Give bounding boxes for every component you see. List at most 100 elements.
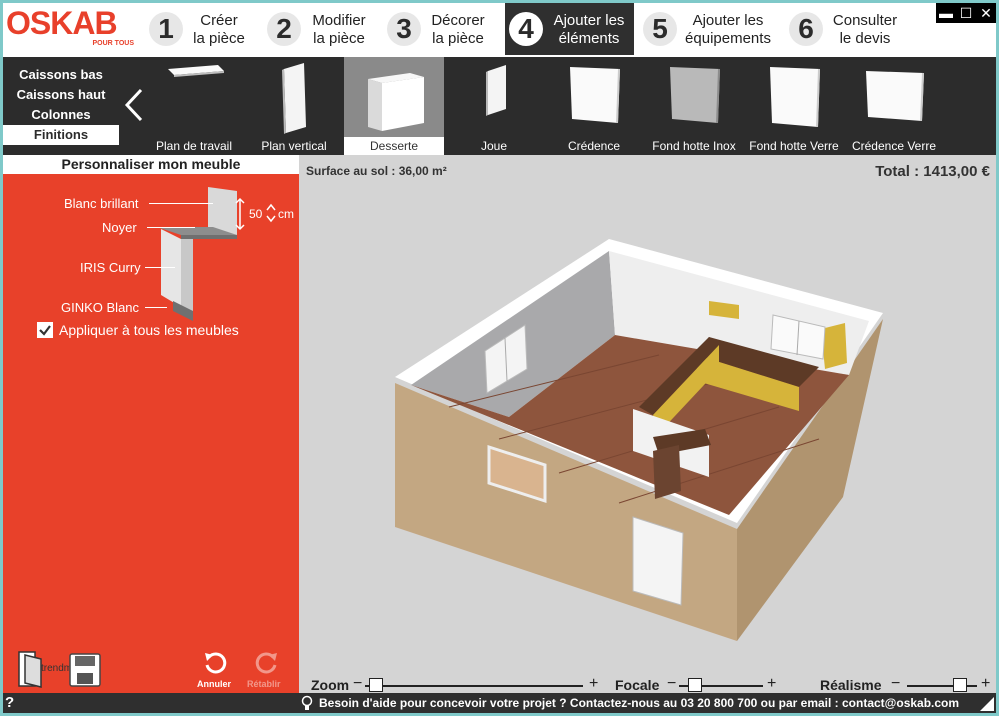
oskab-logo: OSKAB POUR TOUS (6, 7, 138, 49)
undo-label[interactable]: Annuler (197, 679, 231, 689)
room-3d-render[interactable] (299, 155, 996, 693)
finish-pointer-line (149, 203, 213, 204)
credence-thumbnail (570, 67, 620, 123)
finish-ginko-blanc[interactable]: GINKO Blanc (61, 300, 139, 315)
step-label: Créer la pièce (193, 12, 245, 47)
height-stepper-icon[interactable] (266, 203, 276, 223)
category-finitions[interactable]: Finitions (3, 125, 119, 145)
checkmark-icon (39, 325, 51, 336)
finish-iris-curry[interactable]: IRIS Curry (80, 260, 141, 275)
resize-grip-icon[interactable] (980, 697, 994, 711)
undo-icon[interactable] (203, 651, 227, 675)
total-price: Total : 1413,00 € (875, 163, 990, 180)
item-plan-de-travail[interactable]: Plan de travail (144, 57, 244, 155)
finish-noyer[interactable]: Noyer (102, 220, 137, 235)
status-bar: ? Besoin d'aide pour concevoir votre pro… (3, 693, 996, 713)
category-caissons-haut[interactable]: Caissons haut (3, 85, 119, 105)
zoom-slider-track[interactable] (365, 685, 583, 687)
apply-all-row: Appliquer à tous les meubles (37, 322, 239, 338)
item-credence-verre[interactable]: Crédence Verre (844, 57, 944, 155)
focal-slider-knob[interactable] (688, 678, 703, 692)
item-credence[interactable]: Crédence (544, 57, 644, 155)
close-icon[interactable]: ✕ (978, 5, 994, 21)
item-fond-hotte-verre[interactable]: Fond hotte Verre (744, 57, 844, 155)
3d-viewport[interactable]: Surface au sol : 36,00 m² Total : 1413,0… (299, 155, 996, 693)
focal-plus-button[interactable]: + (767, 676, 776, 692)
item-label: Crédence Verre (851, 139, 937, 153)
realism-slider-knob[interactable] (953, 678, 968, 692)
realism-plus-button[interactable]: + (981, 676, 990, 692)
step-number: 1 (149, 12, 183, 46)
help-button[interactable]: ? (5, 694, 14, 711)
category-caissons-bas[interactable]: Caissons bas (3, 65, 119, 85)
fond-hotte-verre-thumbnail (770, 67, 820, 127)
finish-pointer-line (147, 227, 195, 228)
item-joue[interactable]: Joue (444, 57, 544, 155)
item-label: Crédence (567, 139, 621, 153)
step-4-ajouter-elements[interactable]: 4 Ajouter les éléments (505, 3, 634, 55)
apply-all-label: Appliquer à tous les meubles (59, 322, 239, 338)
zoom-label: Zoom (311, 677, 350, 693)
zoom-minus-button[interactable]: − (353, 676, 362, 692)
step-label: Ajouter les équipements (685, 12, 771, 47)
zoom-plus-button[interactable]: + (589, 676, 598, 692)
plan-vertical-thumbnail (282, 63, 306, 134)
step-2-modifier-piece[interactable]: 2 Modifier la pièce (263, 3, 381, 55)
logo-tagline: POUR TOUS (92, 40, 135, 47)
header: OSKAB POUR TOUS 1 Créer la pièce 2 Modifi… (3, 3, 996, 57)
app-window: OSKAB POUR TOUS 1 Créer la pièce 2 Modifi… (3, 3, 996, 713)
catalog-bar: Caissons bas Caissons haut Colonnes Fini… (3, 57, 996, 155)
minimize-icon[interactable]: ▬ (938, 5, 954, 21)
customize-panel: Personnaliser mon meuble Blanc brillant … (3, 155, 299, 693)
height-value[interactable]: 50 (249, 207, 262, 221)
help-message: Besoin d'aide pour concevoir votre proje… (319, 696, 960, 710)
focal-label: Focale (615, 677, 660, 693)
step-6-consulter-devis[interactable]: 6 Consulter le devis (785, 3, 915, 55)
finish-pointer-line (145, 307, 167, 308)
step-label: Consulter le devis (832, 12, 898, 47)
redo-icon[interactable] (255, 651, 279, 675)
item-label: Plan vertical (261, 139, 327, 153)
window-controls: ▬ ☐ ✕ (936, 3, 996, 23)
step-label: Modifier la pièce (312, 12, 366, 47)
apply-all-checkbox[interactable] (37, 322, 53, 338)
item-label: Desserte (344, 137, 444, 155)
step-label: Ajouter les éléments (553, 12, 625, 47)
floor-surface-info: Surface au sol : 36,00 m² (306, 164, 447, 178)
desserte-thumbnail (368, 73, 424, 131)
save-icon[interactable] (69, 653, 101, 687)
realism-minus-button[interactable]: − (891, 676, 900, 692)
finish-pointer-line (145, 267, 175, 268)
step-3-decorer-piece[interactable]: 3 Décorer la pièce (383, 3, 501, 55)
maximize-icon[interactable]: ☐ (958, 5, 974, 21)
panel-title: Personnaliser mon meuble (3, 155, 299, 174)
panel-tools: trendmx.com Annuler Rétablir (3, 645, 299, 693)
zoom-slider-knob[interactable] (369, 678, 384, 692)
logo-text: OSKAB (6, 5, 118, 41)
item-plan-vertical[interactable]: Plan vertical (244, 57, 344, 155)
item-label: Fond hotte Verre (749, 139, 839, 153)
credence-verre-thumbnail (866, 71, 924, 121)
step-label: Décorer la pièce (431, 12, 485, 47)
item-label: Plan de travail (155, 139, 233, 153)
step-number: 5 (643, 12, 677, 46)
item-fond-hotte-inox[interactable]: Fond hotte Inox (644, 57, 744, 155)
step-number: 4 (509, 12, 543, 46)
plan-de-travail-thumbnail (168, 65, 224, 77)
step-number: 6 (789, 12, 823, 46)
step-number: 2 (267, 12, 301, 46)
step-1-creer-piece[interactable]: 1 Créer la pièce (145, 3, 261, 55)
furniture-preview (157, 187, 237, 321)
fond-hotte-inox-thumbnail (670, 67, 720, 123)
lightbulb-icon (301, 695, 313, 710)
category-colonnes[interactable]: Colonnes (3, 105, 119, 125)
joue-thumbnail (486, 65, 506, 116)
redo-label[interactable]: Rétablir (247, 679, 281, 689)
step-5-ajouter-equipements[interactable]: 5 Ajouter les équipements (639, 3, 779, 55)
category-list: Caissons bas Caissons haut Colonnes Fini… (3, 65, 119, 145)
item-desserte[interactable]: Desserte (344, 57, 444, 155)
item-label: Joue (480, 139, 508, 153)
finish-blanc-brillant[interactable]: Blanc brillant (64, 196, 138, 211)
realism-label: Réalisme (820, 677, 882, 693)
focal-minus-button[interactable]: − (667, 676, 676, 692)
